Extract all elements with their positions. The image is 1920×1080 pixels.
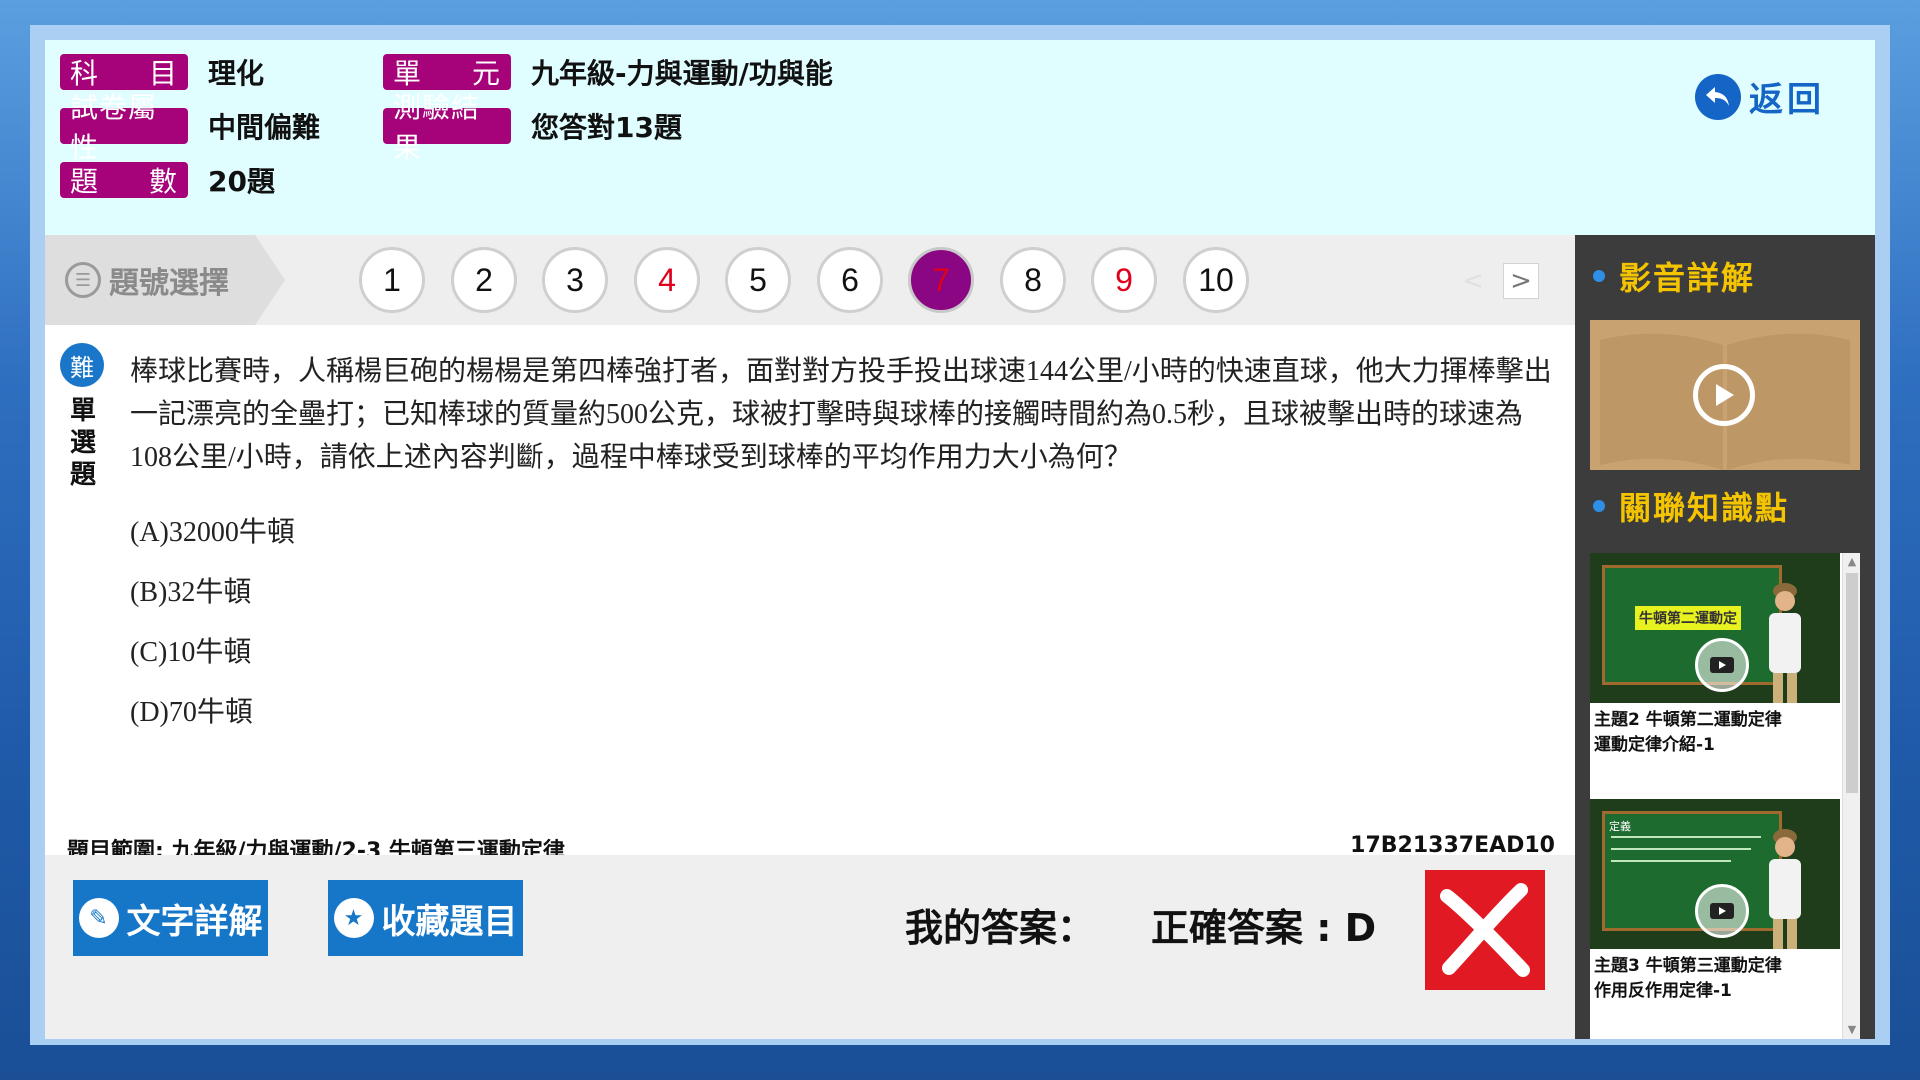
play-icon bbox=[1695, 884, 1749, 938]
paper-tag: 試卷屬性 bbox=[60, 91, 188, 164]
board-text: 牛頓第二運動定 bbox=[1635, 606, 1741, 630]
related-knowledge-list: 牛頓第二運動定 主題2 牛頓第二運動定律 運動定律介紹-1 定義 主題3 牛頓第… bbox=[1590, 553, 1860, 1039]
question-number-nav: ☰ 題號選擇 1 2 3 4 5 6 7 8 9 10 < > bbox=[45, 235, 1575, 325]
favorite-question-label: 收藏題目 bbox=[381, 901, 518, 942]
star-icon: ★ bbox=[333, 898, 374, 938]
option-d[interactable]: (D)70牛頓 bbox=[130, 690, 253, 730]
paper-row: 試卷屬性 中間偏難 bbox=[60, 91, 321, 164]
knowledge-item[interactable]: 定義 主題3 牛頓第三運動定律 作用反作用定律-1 bbox=[1590, 799, 1840, 1029]
result-value: 您答對13題 bbox=[531, 111, 682, 144]
play-icon bbox=[1693, 364, 1755, 426]
quiz-review-app: 科目 理化 試卷屬性 中間偏難 題數 20題 單元 九年級-力與運動/功與能 測… bbox=[45, 40, 1875, 1039]
knowledge-item-caption: 主題2 牛頓第二運動定律 運動定律介紹-1 bbox=[1594, 710, 1782, 755]
question-number-8[interactable]: 8 bbox=[1000, 247, 1066, 313]
text-explanation-button[interactable]: ✎ 文字詳解 bbox=[73, 880, 268, 956]
result-tag: 測驗結果 bbox=[383, 91, 511, 164]
question-panel: 難 單選題 棒球比賽時，人稱楊巨砲的楊楊是第四棒強打者，面對對方投手投出球速14… bbox=[45, 325, 1575, 864]
media-sidebar: 影音詳解 關聯知識點 牛頓第二運動定 主題2 牛頓第二運動定律 運動定律介紹-1… bbox=[1575, 235, 1875, 1039]
question-select-label: ☰ 題號選擇 bbox=[45, 235, 285, 325]
knowledge-item[interactable]: 牛頓第二運動定 主題2 牛頓第二運動定律 運動定律介紹-1 bbox=[1590, 553, 1840, 783]
question-stem: 棒球比賽時，人稱楊巨砲的楊楊是第四棒強打者，面對對方投手投出球速144公里/小時… bbox=[130, 356, 1552, 473]
option-a[interactable]: (A)32000牛頓 bbox=[130, 510, 295, 550]
correct-answer-label: 正確答案 : D bbox=[1151, 906, 1377, 950]
question-number-2[interactable]: 2 bbox=[451, 247, 517, 313]
chevron-right-icon: > bbox=[1510, 266, 1532, 296]
result-row: 測驗結果 您答對13題 bbox=[383, 91, 682, 164]
video-explanation-thumbnail[interactable] bbox=[1590, 320, 1860, 470]
question-select-text: 題號選擇 bbox=[109, 266, 229, 301]
option-b[interactable]: (B)32牛頓 bbox=[130, 570, 251, 610]
back-label: 返回 bbox=[1749, 80, 1825, 120]
bullet-icon bbox=[1593, 270, 1605, 282]
count-row: 題數 20題 bbox=[60, 160, 275, 200]
next-page-button[interactable]: > bbox=[1503, 263, 1539, 299]
knowledge-video-thumbnail: 牛頓第二運動定 bbox=[1590, 553, 1840, 703]
quiz-info-header: 科目 理化 試卷屬性 中間偏難 題數 20題 單元 九年級-力與運動/功與能 測… bbox=[45, 40, 1875, 235]
chevron-left-icon: < bbox=[1462, 266, 1484, 296]
text-explanation-label: 文字詳解 bbox=[126, 901, 263, 942]
question-type-label: 單選題 bbox=[69, 396, 96, 490]
wrong-mark-icon bbox=[1425, 870, 1545, 990]
teacher-figure bbox=[1769, 829, 1801, 949]
unit-value: 九年級-力與運動/功與能 bbox=[531, 57, 833, 90]
question-number-10[interactable]: 10 bbox=[1183, 247, 1249, 313]
related-section-header: 關聯知識點 bbox=[1593, 483, 1789, 529]
video-section-title: 影音詳解 bbox=[1619, 259, 1756, 297]
knowledge-list-scrollbar[interactable]: ▲ ▼ bbox=[1842, 553, 1860, 1039]
question-number-6[interactable]: 6 bbox=[817, 247, 883, 313]
scroll-up-icon[interactable]: ▲ bbox=[1843, 553, 1860, 571]
difficulty-badge: 難 bbox=[60, 343, 104, 387]
scrollbar-thumb[interactable] bbox=[1846, 573, 1858, 793]
question-number-4[interactable]: 4 bbox=[634, 247, 700, 313]
board-text: 定義 bbox=[1609, 820, 1631, 833]
question-number-5[interactable]: 5 bbox=[725, 247, 791, 313]
question-number-3[interactable]: 3 bbox=[542, 247, 608, 313]
board-line bbox=[1611, 860, 1731, 862]
question-number-7[interactable]: 7 bbox=[908, 247, 974, 313]
knowledge-video-thumbnail: 定義 bbox=[1590, 799, 1840, 949]
video-section-header: 影音詳解 bbox=[1593, 253, 1755, 299]
option-c[interactable]: (C)10牛頓 bbox=[130, 630, 251, 670]
count-value: 20題 bbox=[208, 165, 275, 198]
knowledge-item-caption: 主題3 牛頓第三運動定律 作用反作用定律-1 bbox=[1594, 956, 1782, 1001]
window-frame: 科目 理化 試卷屬性 中間偏難 題數 20題 單元 九年級-力與運動/功與能 測… bbox=[30, 25, 1890, 1045]
scroll-down-icon[interactable]: ▼ bbox=[1843, 1021, 1860, 1039]
paper-value: 中間偏難 bbox=[208, 111, 321, 144]
board-line bbox=[1611, 836, 1761, 838]
count-tag-char-1: 題 bbox=[70, 165, 100, 198]
teacher-figure bbox=[1769, 583, 1801, 703]
board-line bbox=[1611, 848, 1751, 850]
favorite-question-button[interactable]: ★ 收藏題目 bbox=[328, 880, 523, 956]
question-number-1[interactable]: 1 bbox=[359, 247, 425, 313]
related-section-title: 關聯知識點 bbox=[1619, 489, 1790, 527]
play-icon bbox=[1695, 638, 1749, 692]
question-number-9[interactable]: 9 bbox=[1091, 247, 1157, 313]
answer-footer: ✎ 文字詳解 ★ 收藏題目 我的答案： 正確答案 : D bbox=[45, 855, 1575, 1039]
subject-tag: 科目 bbox=[60, 54, 188, 90]
unit-tag: 單元 bbox=[383, 54, 511, 90]
prev-page-button[interactable]: < bbox=[1455, 263, 1491, 299]
back-button[interactable]: 返回 bbox=[1695, 72, 1825, 121]
my-answer-label: 我的答案： bbox=[905, 906, 1096, 950]
count-tag-char-2: 數 bbox=[148, 165, 178, 198]
bullet-icon bbox=[1593, 500, 1605, 512]
subject-value: 理化 bbox=[208, 57, 265, 90]
list-icon: ☰ bbox=[65, 262, 101, 298]
back-arrow-icon bbox=[1695, 73, 1741, 120]
pencil-icon: ✎ bbox=[78, 898, 119, 938]
count-tag: 題數 bbox=[60, 162, 188, 198]
